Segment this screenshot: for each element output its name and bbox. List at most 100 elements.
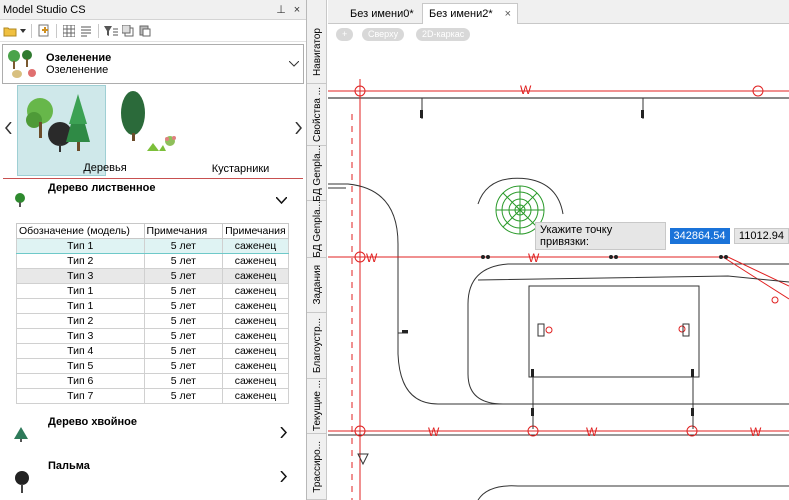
canvas-marker-w: W	[366, 251, 378, 265]
close-icon[interactable]: ×	[290, 4, 304, 16]
cell-notes-2: саженец	[222, 343, 289, 359]
snap-x-input[interactable]: 342864.54	[669, 228, 730, 244]
copy-icon[interactable]	[121, 24, 135, 38]
table-row[interactable]: Тип 65 лет саженец	[16, 373, 289, 389]
gallery-item-shrubs[interactable]: Кустарники	[107, 85, 269, 176]
tab-label: Свойства ...	[311, 86, 323, 143]
cell-notes-2: саженец	[222, 328, 289, 344]
tab-genplan-db-1[interactable]: БД Genpla...	[307, 145, 327, 201]
table-row[interactable]: Тип 55 лет саженец	[16, 358, 289, 374]
visual-style-button[interactable]: 2D-каркас	[416, 28, 471, 41]
cell-notes-2: саженец	[222, 283, 289, 299]
chevron-right-icon[interactable]	[280, 426, 288, 441]
cell-designation: Тип 2	[16, 253, 145, 269]
tab-tracing[interactable]: Трассиро...	[307, 434, 327, 500]
group-palm[interactable]: Пальма	[0, 458, 292, 498]
column-header-notes[interactable]: Примечания	[143, 223, 224, 239]
panel-titlebar: Model Studio CS ⊥ ×	[0, 0, 306, 20]
table-row[interactable]: Тип 25 лет саженец	[16, 253, 289, 269]
tab-genplan-db-2[interactable]: БД Genpla...	[307, 201, 327, 258]
cad-drawing[interactable]: W W W W W W	[328, 24, 789, 500]
tab-label: Трассиро...	[311, 440, 323, 493]
cell-notes: 5 лет	[143, 358, 224, 374]
canvas-marker-w: W	[586, 425, 598, 439]
cell-designation: Тип 4	[16, 343, 145, 359]
cell-notes: 5 лет	[143, 283, 224, 299]
cell-notes-2: саженец	[222, 268, 289, 284]
shrubs-icon	[121, 91, 176, 151]
tab-label: Благоустр...	[311, 317, 323, 374]
column-header-designation[interactable]: Обозначение (модель)	[16, 223, 145, 239]
doc-tab-unnamed2[interactable]: Без имени2* ×	[422, 3, 519, 24]
canvas-marker-w: W	[520, 83, 532, 97]
cell-notes: 5 лет	[143, 313, 224, 329]
table-row[interactable]: Тип 35 лет саженец	[16, 328, 289, 344]
paste-icon[interactable]	[138, 24, 152, 38]
cell-notes-2: саженец	[222, 253, 289, 269]
table-row[interactable]: Тип 15 лет саженец	[16, 238, 289, 254]
chevron-down-icon[interactable]	[275, 192, 288, 207]
snap-prompt-label: Укажите точку привязки:	[535, 222, 666, 250]
grid-view-icon[interactable]	[62, 24, 76, 38]
dropdown-arrow-icon[interactable]	[20, 24, 26, 38]
chevron-left-icon[interactable]	[5, 121, 12, 137]
tab-navigator[interactable]: Навигатор	[307, 22, 327, 84]
viewport-menu-button[interactable]: +	[336, 28, 354, 41]
table-row[interactable]: Тип 35 лет саженец	[16, 268, 289, 284]
cell-designation: Тип 2	[16, 313, 145, 329]
cell-notes-2: саженец	[222, 313, 289, 329]
snap-y-input[interactable]: 11012.94	[733, 228, 789, 244]
cell-notes: 5 лет	[143, 373, 224, 389]
canvas-marker-w: W	[428, 425, 440, 439]
group-title: Дерево лиственное	[48, 182, 156, 194]
trees-icon	[26, 94, 90, 152]
category-subtitle: Озеленение	[46, 64, 109, 76]
open-folder-icon[interactable]	[3, 24, 17, 38]
cell-notes: 5 лет	[143, 328, 224, 344]
greenery-icon	[8, 50, 36, 78]
close-icon[interactable]: ×	[505, 8, 511, 20]
filter-icon[interactable]	[104, 24, 118, 38]
cell-designation: Тип 3	[16, 328, 145, 344]
table-row[interactable]: Тип 45 лет саженец	[16, 343, 289, 359]
gallery-item-label: Кустарники	[211, 163, 270, 175]
doc-tab-unnamed0[interactable]: Без имени0*	[344, 3, 420, 24]
cell-designation: Тип 1	[16, 298, 145, 314]
group-coniferous-tree[interactable]: Дерево хвойное	[0, 414, 292, 454]
chevron-down-icon[interactable]	[288, 59, 303, 70]
cell-designation: Тип 7	[16, 388, 145, 404]
tab-label: Задания	[311, 265, 323, 305]
chevron-right-icon[interactable]	[295, 121, 302, 137]
drawing-canvas[interactable]: W W W W W W + Сверху 2D-каркас Укажите т…	[328, 24, 789, 500]
category-selector[interactable]: Озеленение Озеленение	[2, 44, 304, 84]
palm-icon	[15, 471, 29, 493]
cell-designation: Тип 3	[16, 268, 145, 284]
insert-icon[interactable]	[37, 24, 51, 38]
cell-notes: 5 лет	[143, 343, 224, 359]
table-row[interactable]: Тип 75 лет саженец	[16, 388, 289, 404]
library-panel: Model Studio CS ⊥ × Озеленение Озеленени…	[0, 0, 307, 500]
group-deciduous-tree[interactable]: Дерево лиственное	[0, 180, 292, 220]
gallery-item-trees[interactable]: Деревья	[17, 85, 127, 176]
tab-properties[interactable]: Свойства ...	[307, 84, 327, 146]
table-row[interactable]: Тип 15 лет саженец	[16, 298, 289, 314]
column-header-notes-2[interactable]: Примечания	[222, 223, 289, 239]
tab-current[interactable]: Текущие ...	[307, 379, 327, 434]
elements-table: Обозначение (модель) Примечания Примечан…	[16, 223, 289, 404]
list-view-icon[interactable]	[79, 24, 93, 38]
canvas-marker-w: W	[750, 425, 762, 439]
snap-point-prompt: Укажите точку привязки: 342864.54 11012.…	[535, 222, 789, 250]
table-row[interactable]: Тип 15 лет саженец	[16, 283, 289, 299]
category-title: Озеленение	[46, 52, 112, 64]
tab-landscaping[interactable]: Благоустр...	[307, 313, 327, 379]
tab-tasks[interactable]: Задания	[307, 258, 327, 313]
chevron-right-icon[interactable]	[280, 470, 288, 485]
table-header-row: Обозначение (модель) Примечания Примечан…	[16, 223, 289, 239]
cell-designation: Тип 5	[16, 358, 145, 374]
section-divider	[3, 178, 303, 179]
doc-tab-label: Без имени2*	[429, 8, 493, 20]
canvas-marker-w: W	[528, 251, 540, 265]
view-direction-button[interactable]: Сверху	[362, 28, 405, 41]
pin-icon[interactable]: ⊥	[274, 3, 288, 16]
table-row[interactable]: Тип 25 лет саженец	[16, 313, 289, 329]
